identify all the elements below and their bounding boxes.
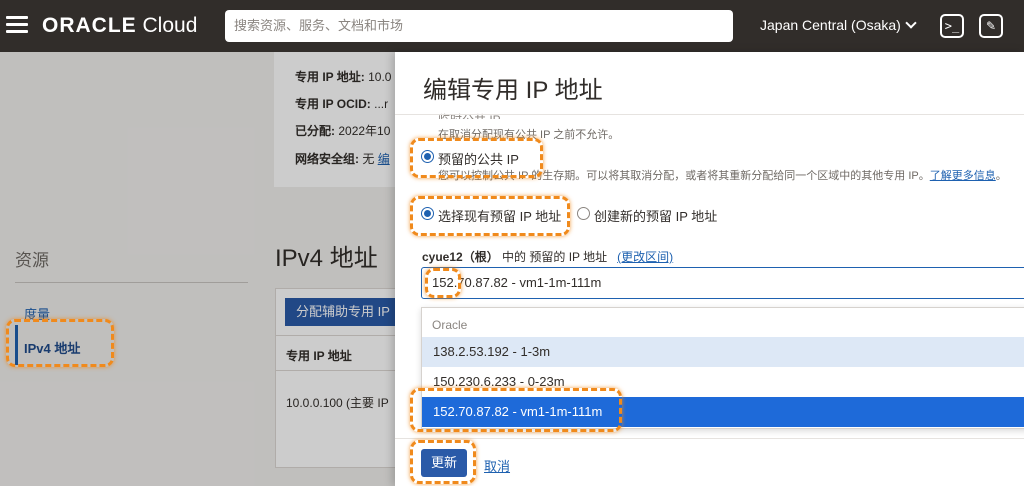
ephemeral-ip-option-label: 临时公共 IP — [438, 111, 501, 119]
divider — [275, 370, 395, 371]
dropdown-group-label: Oracle — [432, 318, 468, 332]
detail-assigned: 已分配: 2022年10 — [295, 124, 391, 138]
learn-more-link[interactable]: 了解更多信息 — [930, 170, 996, 182]
search-input[interactable]: 搜索资源、服务、文档和市场 — [225, 10, 733, 42]
create-new-reserved-ip-radio[interactable] — [577, 207, 590, 220]
cancel-link[interactable]: 取消 — [484, 456, 510, 475]
reserved-ip-select[interactable]: 152.70.87.82 - vm1-1m-111m — [421, 267, 1024, 299]
annotation-highlight — [410, 440, 476, 484]
oracle-cloud-logo[interactable]: ORACLE Cloud — [42, 14, 197, 38]
detail-nsg: 网络安全组: 无 编 — [295, 152, 390, 166]
reserved-ip-field-label: cyue12（根） 中的 预留的 IP 地址 (更改区间) — [422, 250, 674, 264]
divider — [275, 335, 395, 336]
create-new-reserved-ip-label[interactable]: 创建新的预留 IP 地址 — [594, 206, 717, 225]
detail-private-ip: 专用 IP 地址: 10.0 — [295, 70, 392, 84]
top-bar: ORACLE Cloud 搜索资源、服务、文档和市场 Japan Central… — [0, 0, 1024, 52]
annotation-highlight — [425, 268, 461, 298]
annotation-highlight — [410, 388, 622, 432]
detail-ocid: 专用 IP OCID: ...r — [295, 97, 389, 111]
menu-icon[interactable] — [6, 16, 28, 36]
divider — [15, 282, 248, 283]
assign-secondary-ip-button[interactable]: 分配辅助专用 IP — [285, 298, 395, 326]
panel-title: 编辑专用 IP 地址 — [423, 77, 603, 104]
resources-title: 资源 — [15, 251, 49, 270]
change-compartment-link[interactable]: (更改区间) — [617, 250, 673, 264]
divider — [395, 114, 1024, 115]
section-title: IPv4 地址 — [275, 245, 378, 272]
dropdown-option[interactable]: 138.2.53.192 - 1-3m — [422, 337, 1024, 367]
table-row: 10.0.0.100 (主要 IP — [286, 396, 389, 410]
edit-nsg-link[interactable]: 编 — [378, 152, 390, 166]
cloud-shell-icon[interactable]: >_ — [940, 14, 964, 38]
edit-icon[interactable]: ✎ — [979, 14, 1003, 38]
region-selector[interactable]: Japan Central (Osaka) — [760, 17, 917, 33]
annotation-highlight — [410, 138, 543, 178]
chevron-down-icon — [905, 17, 917, 29]
annotation-highlight — [6, 319, 114, 367]
annotation-highlight — [410, 196, 570, 236]
divider — [395, 438, 1024, 439]
table-header-private-ip: 专用 IP 地址 — [286, 349, 352, 363]
